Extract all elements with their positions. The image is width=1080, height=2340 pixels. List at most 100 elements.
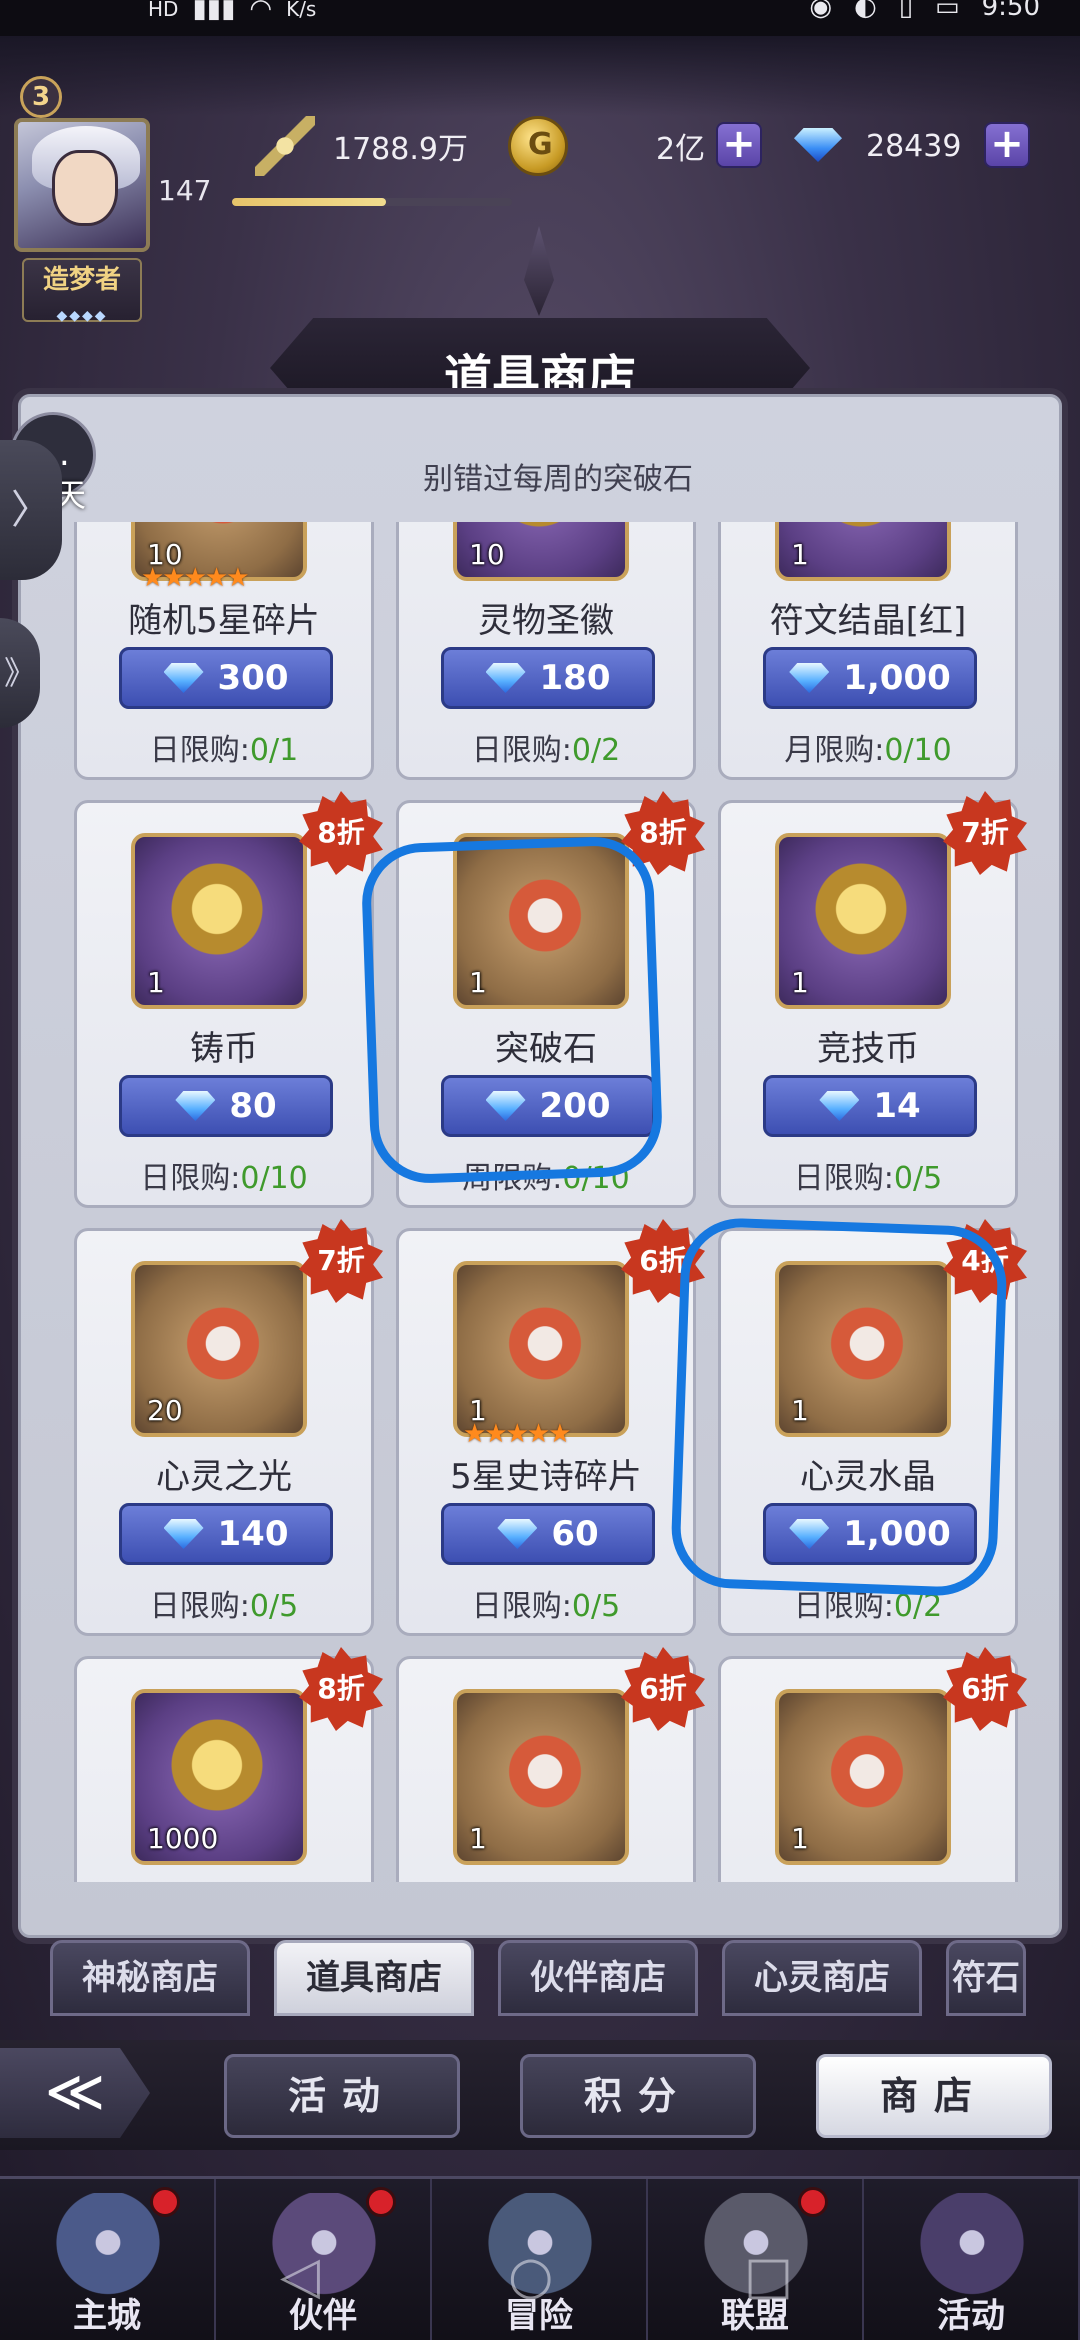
limit-count: 0/2 bbox=[893, 1589, 943, 1624]
item-art-icon bbox=[807, 1285, 927, 1415]
buy-button[interactable]: 140 bbox=[119, 1503, 333, 1565]
item-quantity: 10 bbox=[469, 538, 505, 571]
shop-item-card[interactable]: 1 4折 心灵水晶 1,000 日限购:0/2 bbox=[718, 1219, 1027, 1636]
shop-item-card[interactable]: 1 符文结晶[红] 1,000 月限购:0/10 bbox=[718, 522, 1018, 780]
shop-item-card[interactable]: 1 8折 突破石 200 周限购:0/10 bbox=[396, 791, 705, 1208]
shop-item-card[interactable]: 1 ★★★★★ 6折 5星史诗碎片 60 日限购:0/5 bbox=[396, 1219, 705, 1636]
item-stars: ★★★★★ bbox=[463, 1419, 572, 1449]
buy-button[interactable]: 1,000 bbox=[763, 647, 977, 709]
buy-button[interactable]: 300 bbox=[119, 647, 333, 709]
shop-tab[interactable]: 伙伴商店 bbox=[498, 1940, 698, 2016]
category-button[interactable]: 商店 bbox=[816, 2054, 1052, 2138]
item-icon: 10 ★★★★★ bbox=[131, 522, 307, 593]
item-name: 突破石 bbox=[495, 1029, 597, 1069]
diamond-icon bbox=[163, 1519, 204, 1549]
alarm-icon: ◐ bbox=[854, 0, 877, 22]
notification-dot bbox=[150, 2187, 180, 2217]
side-expand-tab[interactable]: 〉 bbox=[0, 440, 62, 580]
item-quantity: 1 bbox=[147, 966, 165, 999]
item-price: 180 bbox=[539, 658, 611, 698]
shop-tabs: 神秘商店 道具商店 伙伴商店 心灵商店 符石 bbox=[50, 1940, 1030, 2016]
gold-coin-icon bbox=[508, 116, 568, 176]
buy-button[interactable]: 200 bbox=[441, 1075, 655, 1137]
nav-item[interactable]: 主城 bbox=[0, 2179, 216, 2340]
system-back-button[interactable]: ◁ bbox=[280, 2246, 320, 2306]
buy-button[interactable]: 1,000 bbox=[763, 1503, 977, 1565]
shop-tab[interactable]: 道具商店 bbox=[274, 1940, 474, 2016]
limit-count: 0/10 bbox=[240, 1161, 308, 1196]
shop-tab[interactable]: 神秘商店 bbox=[50, 1940, 250, 2016]
buy-button[interactable]: 80 bbox=[119, 1075, 333, 1137]
player-title-plate[interactable]: 造梦者 ◆◆◆◆ bbox=[22, 258, 142, 324]
limit-count: 0/2 bbox=[571, 733, 621, 768]
item-name: 5星史诗碎片 bbox=[450, 1457, 642, 1497]
item-art-icon bbox=[807, 522, 927, 559]
item-quantity: 1000 bbox=[147, 1822, 219, 1855]
item-name: 铸币 bbox=[190, 1029, 258, 1069]
item-name: 奇迹卷 bbox=[399, 1877, 693, 1882]
item-quantity: 1 bbox=[469, 1822, 487, 1855]
purchase-limit: 日限购:0/2 bbox=[399, 725, 693, 769]
xp-fill bbox=[232, 198, 386, 206]
buy-button[interactable]: 14 bbox=[763, 1075, 977, 1137]
eye-icon: ◉ bbox=[809, 0, 833, 22]
category-button[interactable]: 积分 bbox=[520, 2054, 756, 2138]
notification-dot bbox=[366, 2187, 396, 2217]
item-grid[interactable]: 10 ★★★★★ 随机5星碎片 300 日限购:0/1 10 灵物圣徽 180 日限购:0/2 1… bbox=[74, 522, 1034, 1882]
network-speed: K/s bbox=[286, 0, 317, 21]
item-price: 300 bbox=[217, 658, 289, 698]
shop-item-card[interactable]: 1 6折重生魔石 bbox=[718, 1647, 1027, 1882]
category-button[interactable]: 活动 bbox=[224, 2054, 460, 2138]
item-price: 200 bbox=[539, 1086, 611, 1126]
shop-item-card[interactable]: 10 ★★★★★ 随机5星碎片 300 日限购:0/1 bbox=[74, 522, 374, 780]
limit-label: 月限购: bbox=[784, 733, 885, 768]
limit-label: 日限购: bbox=[471, 733, 572, 768]
nav-icon bbox=[912, 2193, 1032, 2303]
limit-count: 0/5 bbox=[893, 1161, 943, 1196]
item-price: 60 bbox=[551, 1514, 599, 1554]
add-gem-button[interactable]: + bbox=[984, 122, 1030, 168]
limit-label: 日限购: bbox=[793, 1161, 894, 1196]
shop-item-card[interactable]: 1000 8折符文精华 bbox=[74, 1647, 383, 1882]
shop-item-card[interactable]: 10 灵物圣徽 180 日限购:0/2 bbox=[396, 522, 696, 780]
shop-item-card[interactable]: 1 7折 竞技币 14 日限购:0/5 bbox=[718, 791, 1027, 1208]
shop-item-card[interactable]: 1 8折 铸币 80 日限购:0/10 bbox=[74, 791, 383, 1208]
shop-tab[interactable]: 心灵商店 bbox=[722, 1940, 922, 2016]
diamond-icon bbox=[175, 1091, 216, 1121]
add-gold-button[interactable]: + bbox=[716, 122, 762, 168]
nav-item[interactable]: 伙伴 bbox=[216, 2179, 432, 2340]
item-quantity: 1 bbox=[791, 538, 809, 571]
clock-time: 9:50 bbox=[981, 0, 1040, 22]
purchase-limit: 周限购:0/10 bbox=[399, 1153, 693, 1197]
limit-count: 0/10 bbox=[884, 733, 952, 768]
nav-label: 活动 bbox=[937, 2296, 1005, 2336]
buy-button[interactable]: 180 bbox=[441, 647, 655, 709]
item-name: 心灵水晶 bbox=[800, 1457, 936, 1497]
limit-label: 日限购: bbox=[149, 1589, 250, 1624]
limit-count: 0/5 bbox=[249, 1589, 299, 1624]
item-icon: 1 bbox=[453, 833, 629, 1009]
shop-item-card[interactable]: 20 7折 心灵之光 140 日限购:0/5 bbox=[74, 1219, 383, 1636]
buy-button[interactable]: 60 bbox=[441, 1503, 655, 1565]
gem-value: 28439 bbox=[866, 128, 962, 164]
player-title: 造梦者 bbox=[42, 265, 121, 295]
back-button[interactable]: ≪ bbox=[0, 2048, 150, 2138]
signal-icon: ▮▮▮ bbox=[192, 0, 236, 24]
item-icon: 1 bbox=[775, 1689, 951, 1865]
nav-item[interactable]: 活动 bbox=[864, 2179, 1080, 2340]
item-price: 140 bbox=[217, 1514, 289, 1554]
system-home-button[interactable]: ○ bbox=[508, 2246, 553, 2306]
discount-badge: 8折 bbox=[299, 1647, 383, 1731]
system-recent-button[interactable]: □ bbox=[744, 2246, 793, 2306]
item-art-icon bbox=[485, 1713, 605, 1843]
shop-item-card[interactable]: 1 6折奇迹卷 bbox=[396, 1647, 705, 1882]
shop-tab[interactable]: 符石 bbox=[946, 1940, 1026, 2016]
battery-icon: ▭ bbox=[935, 0, 960, 22]
nav-icon bbox=[48, 2193, 168, 2303]
diamond-icon bbox=[485, 1091, 526, 1121]
player-avatar[interactable] bbox=[14, 118, 150, 252]
title-stars-icon: ◆◆◆◆ bbox=[56, 308, 108, 324]
item-price: 14 bbox=[873, 1086, 921, 1126]
discount-badge: 4折 bbox=[943, 1219, 1027, 1303]
purchase-limit: 日限购:0/5 bbox=[399, 1581, 693, 1625]
